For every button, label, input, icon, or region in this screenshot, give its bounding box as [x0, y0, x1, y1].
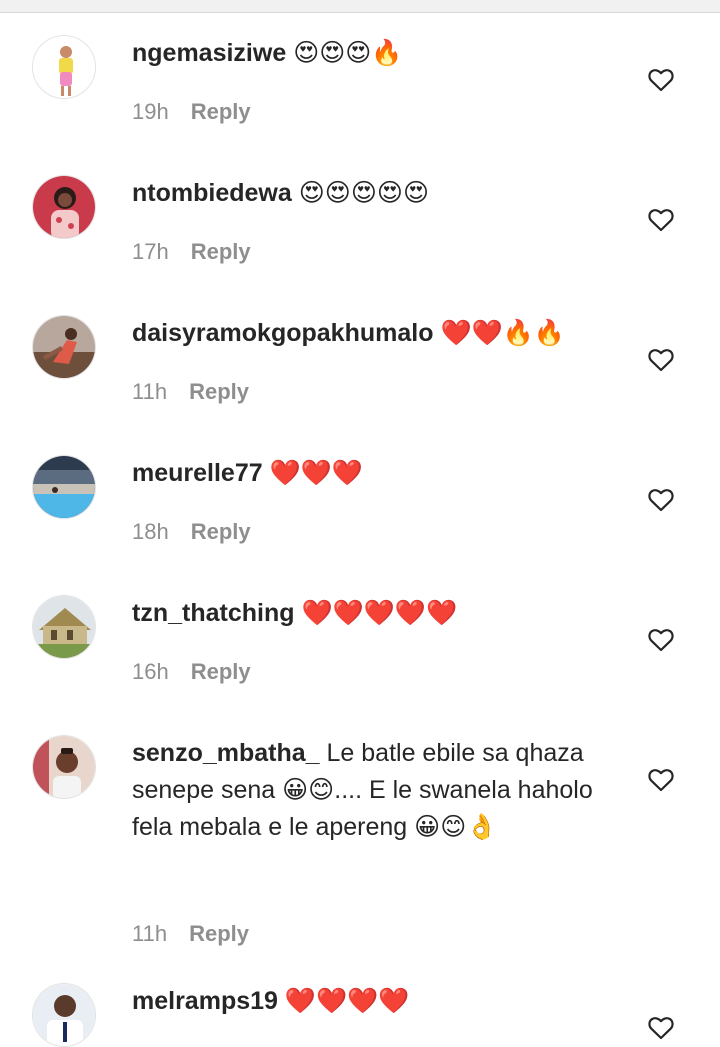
comment-username[interactable]: ntombiedewa [132, 179, 292, 207]
comment-meta: 19h Reply [132, 97, 251, 127]
heart-outline-icon[interactable] [648, 348, 674, 372]
comment-body: melramps19 ❤️❤️❤️❤️ [132, 983, 612, 1020]
comment-text: ❤️❤️❤️❤️❤️ [301, 599, 458, 627]
heart-outline-icon[interactable] [648, 628, 674, 652]
comment-meta: 16h Reply [132, 657, 251, 687]
heart-outline-icon[interactable] [648, 208, 674, 232]
comment-body: tzn_thatching ❤️❤️❤️❤️❤️ [132, 595, 612, 632]
avatar[interactable] [32, 315, 96, 379]
comment-meta: 17h Reply [132, 237, 251, 267]
heart-outline-icon[interactable] [648, 488, 674, 512]
comment-timestamp: 11h [132, 921, 168, 946]
comment-username[interactable]: senzo_mbatha_ [132, 739, 320, 767]
reply-button[interactable]: Reply [191, 99, 251, 124]
avatar[interactable] [32, 455, 96, 519]
comment-meta: 11h Reply [132, 377, 249, 407]
reply-button[interactable]: Reply [189, 379, 249, 404]
comment-timestamp: 16h [132, 659, 169, 684]
comment-body: ntombiedewa 😍😍😍😍😍 [132, 175, 612, 212]
comment-username[interactable]: ngemasiziwe [132, 39, 286, 67]
comment-username[interactable]: tzn_thatching [132, 599, 295, 627]
comment-body: meurelle77 ❤️❤️❤️ [132, 455, 612, 492]
comment-body: ngemasiziwe 😍😍😍🔥 [132, 35, 612, 72]
heart-outline-icon[interactable] [648, 768, 674, 792]
reply-button[interactable]: Reply [191, 659, 251, 684]
avatar[interactable] [32, 35, 96, 99]
comment-username[interactable]: meurelle77 [132, 459, 263, 487]
reply-button[interactable]: Reply [191, 519, 251, 544]
heart-outline-icon[interactable] [648, 1016, 674, 1040]
top-divider [0, 0, 720, 13]
comment-timestamp: 17h [132, 239, 169, 264]
comment-body: daisyramokgopakhumalo ❤️❤️🔥🔥 [132, 315, 612, 352]
comment-text: 😍😍😍😍😍 [298, 179, 430, 207]
comment-timestamp: 18h [132, 519, 169, 544]
comment-username[interactable]: daisyramokgopakhumalo [132, 319, 433, 347]
reply-button[interactable]: Reply [189, 921, 249, 946]
comment-text: 😍😍😍🔥 [293, 39, 403, 67]
comment-meta: 11h Reply [132, 919, 249, 949]
avatar[interactable] [32, 595, 96, 659]
comment-timestamp: 19h [132, 99, 169, 124]
reply-button[interactable]: Reply [191, 239, 251, 264]
comment-text: ❤️❤️❤️ [269, 459, 363, 487]
heart-outline-icon[interactable] [648, 68, 674, 92]
avatar[interactable] [32, 983, 96, 1047]
avatar[interactable] [32, 735, 96, 799]
comment-body: senzo_mbatha_ Le batle ebile sa qhaza se… [132, 735, 612, 846]
comment-username[interactable]: melramps19 [132, 987, 278, 1015]
avatar[interactable] [32, 175, 96, 239]
comment-timestamp: 11h [132, 379, 168, 404]
comment-meta: 18h Reply [132, 517, 251, 547]
comment-text: ❤️❤️🔥🔥 [440, 319, 565, 347]
comment-text: ❤️❤️❤️❤️ [284, 987, 410, 1015]
